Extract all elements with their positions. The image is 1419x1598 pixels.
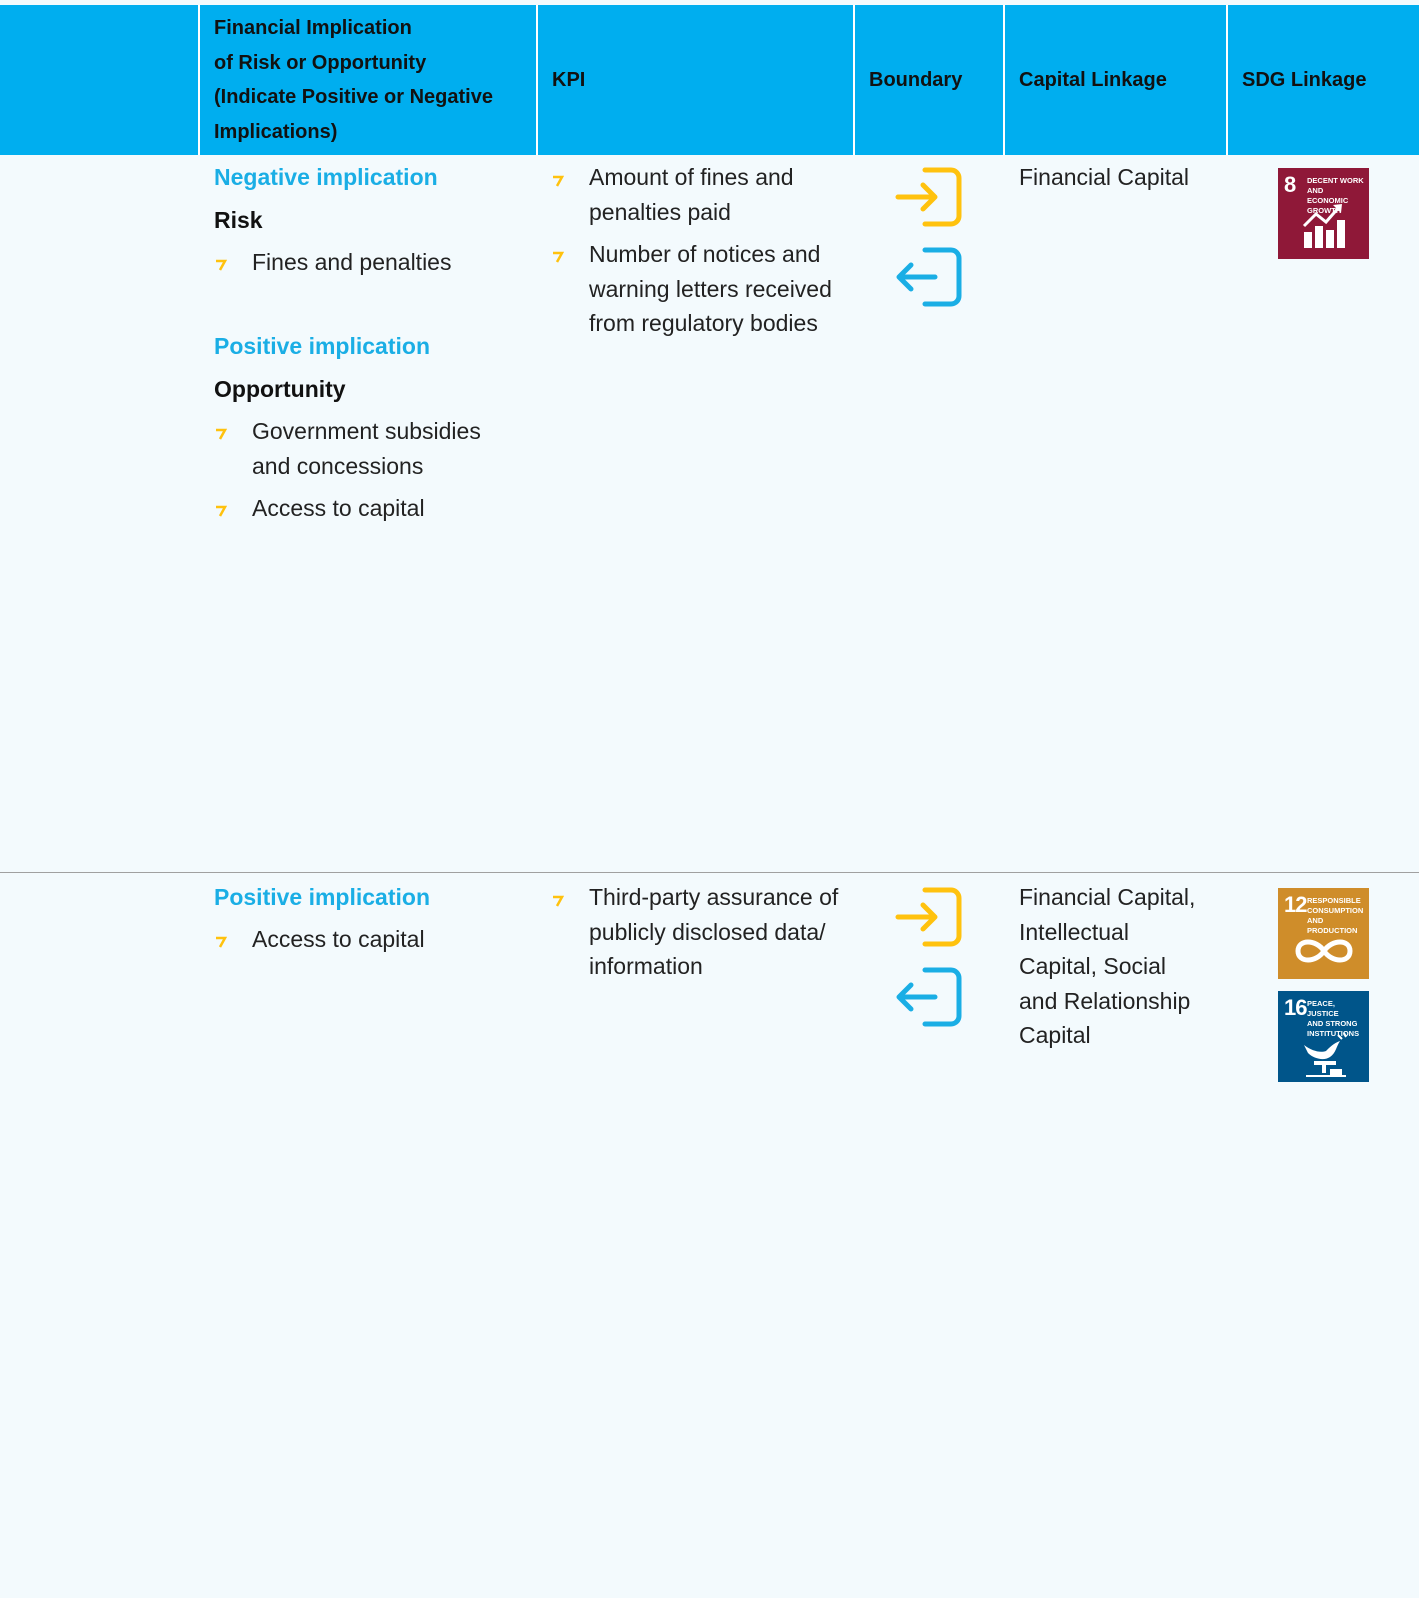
opportunity-item: Access to capital bbox=[252, 495, 425, 521]
sdg-16-tile: 16 PEACE, JUSTICE AND STRONG INSTITUTION… bbox=[1278, 991, 1369, 1082]
capital-linkage-text: Financial Capital, Intellectual Capital,… bbox=[1019, 880, 1195, 1053]
boundary-out-icon bbox=[896, 967, 962, 1027]
positive-implication-heading: Positive implication bbox=[214, 333, 430, 359]
sdg-label-line: PEACE, JUSTICE bbox=[1307, 999, 1339, 1018]
kpi-item: Amount of fines and penalties paid bbox=[589, 160, 794, 229]
sdg-label: RESPONSIBLE CONSUMPTION AND PRODUCTION bbox=[1307, 896, 1367, 936]
opportunity-item: Government subsidies and concessions bbox=[252, 414, 481, 483]
infinity-icon bbox=[1295, 939, 1353, 963]
opportunity-item-line: and concessions bbox=[252, 452, 424, 479]
kpi-line: Number of notices and bbox=[589, 241, 821, 267]
header-line: Implications) bbox=[214, 120, 338, 143]
sdg-number: 8 bbox=[1284, 172, 1296, 197]
opportunity-item-line: Government subsidies bbox=[252, 418, 481, 444]
opportunity-heading: Opportunity bbox=[214, 376, 346, 402]
capital-linkage-text: Financial Capital bbox=[1019, 160, 1189, 195]
header-financial-implication: Financial Implication of Risk or Opportu… bbox=[199, 5, 537, 155]
capital-line: Capital, Social bbox=[1019, 953, 1167, 979]
dove-gavel-icon bbox=[1304, 1032, 1347, 1077]
risk-item: Fines and penalties bbox=[252, 249, 452, 275]
opportunity-item: Access to capital bbox=[252, 926, 425, 952]
boundary-in-icon bbox=[895, 887, 962, 947]
header-capital-linkage: Capital Linkage bbox=[1019, 68, 1167, 91]
kpi-line: information bbox=[589, 953, 703, 979]
positive-implication-heading: Positive implication bbox=[214, 884, 430, 910]
kpi-item: Third-party assurance of publicly disclo… bbox=[589, 880, 838, 984]
sdg-12-tile: 12 RESPONSIBLE CONSUMPTION AND PRODUCTIO… bbox=[1278, 888, 1369, 979]
header-sdg-linkage: SDG Linkage bbox=[1242, 68, 1367, 91]
kpi-item: Number of notices and warning letters re… bbox=[589, 237, 832, 341]
sdg-label-line: AND STRONG bbox=[1307, 1019, 1358, 1028]
sdg-number: 12 bbox=[1284, 892, 1308, 917]
header-line: Financial Implication bbox=[214, 17, 412, 39]
kpi-line: Third-party assurance of bbox=[589, 884, 839, 910]
header-boundary: Boundary bbox=[869, 68, 963, 91]
header-kpi: KPI bbox=[552, 68, 586, 91]
boundary-out-icon bbox=[896, 247, 962, 307]
sdg-label-line: RESPONSIBLE bbox=[1307, 896, 1361, 905]
growth-chart-icon bbox=[1302, 204, 1345, 248]
header-line: (Indicate Positive or Negative bbox=[214, 86, 493, 108]
capital-line: Financial Capital, bbox=[1019, 884, 1196, 910]
sdg-label-line: AND PRODUCTION bbox=[1307, 916, 1358, 935]
kpi-line: warning letters received bbox=[589, 275, 832, 302]
sdg-label-line: DECENT WORK AND bbox=[1307, 176, 1364, 195]
kpi-line: Amount of fines and bbox=[589, 164, 794, 190]
capital-line: Intellectual bbox=[1019, 918, 1129, 945]
header-line: of Risk or Opportunity bbox=[214, 51, 427, 74]
negative-implication-heading: Negative implication bbox=[214, 164, 438, 190]
kpi-line: publicly disclosed data/ bbox=[589, 918, 826, 945]
boundary-in-icon bbox=[895, 167, 962, 227]
sdg-8-tile: 8 DECENT WORK AND ECONOMIC GROWTH bbox=[1278, 168, 1369, 259]
kpi-line: from regulatory bodies bbox=[589, 310, 818, 336]
sdg-label-line: CONSUMPTION bbox=[1307, 906, 1364, 915]
row-divider bbox=[0, 872, 1419, 873]
capital-line: and Relationship bbox=[1019, 987, 1191, 1014]
capital-line: Capital bbox=[1019, 1022, 1091, 1048]
kpi-line: penalties paid bbox=[589, 198, 731, 225]
risk-heading: Risk bbox=[214, 207, 263, 233]
sdg-number: 16 bbox=[1284, 995, 1308, 1020]
capital-line: Financial Capital bbox=[1019, 164, 1190, 190]
